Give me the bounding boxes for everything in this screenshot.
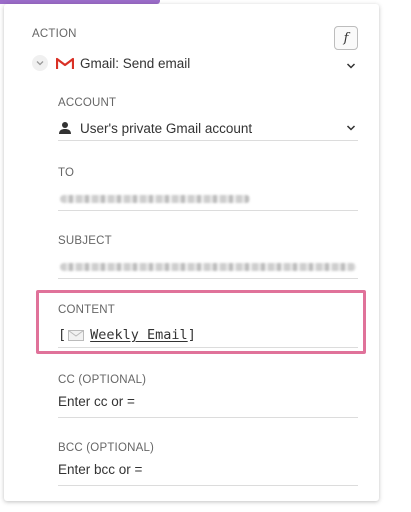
content-open-bracket: [ — [58, 327, 67, 343]
account-value: User's private Gmail account — [80, 120, 253, 136]
gmail-icon — [56, 57, 74, 70]
collapse-icon[interactable] — [32, 55, 48, 71]
bcc-input[interactable]: Enter bcc or = — [58, 462, 358, 484]
subject-underline — [58, 278, 358, 279]
content-close-bracket: ] — [187, 327, 196, 343]
account-label: ACCOUNT — [58, 97, 117, 109]
content-input[interactable]: [ Weekly Email ] — [58, 324, 358, 346]
bcc-label: BCC (OPTIONAL) — [58, 442, 155, 454]
action-card: ACTION f Gmail: Send email ACCOUNT User'… — [4, 4, 379, 501]
cc-underline — [58, 417, 358, 418]
content-underline — [58, 347, 358, 348]
content-variable-pill[interactable]: Weekly Email — [66, 327, 188, 343]
action-section-label: ACTION — [32, 28, 77, 40]
cc-label: CC (OPTIONAL) — [58, 374, 147, 386]
to-underline — [58, 210, 358, 211]
redacted-recipient — [60, 195, 250, 203]
action-selector[interactable]: Gmail: Send email — [32, 52, 360, 74]
account-underline — [58, 140, 358, 141]
account-selector[interactable]: User's private Gmail account — [58, 117, 358, 139]
formula-toggle-button[interactable]: f — [334, 26, 358, 50]
to-input[interactable] — [58, 187, 358, 209]
envelope-icon — [68, 329, 85, 341]
redacted-subject — [60, 263, 356, 271]
bcc-underline — [58, 485, 358, 486]
cc-input[interactable]: Enter cc or = — [58, 394, 358, 416]
subject-input[interactable] — [58, 255, 358, 277]
subject-label: SUBJECT — [58, 235, 112, 247]
chevron-down-icon[interactable] — [346, 58, 356, 76]
person-icon — [58, 121, 72, 135]
content-pill-text: Weekly Email — [90, 327, 188, 343]
chevron-down-icon[interactable] — [346, 121, 356, 136]
content-label: CONTENT — [58, 304, 115, 316]
action-app-name: Gmail: Send email — [80, 55, 191, 71]
to-label: TO — [58, 167, 75, 179]
